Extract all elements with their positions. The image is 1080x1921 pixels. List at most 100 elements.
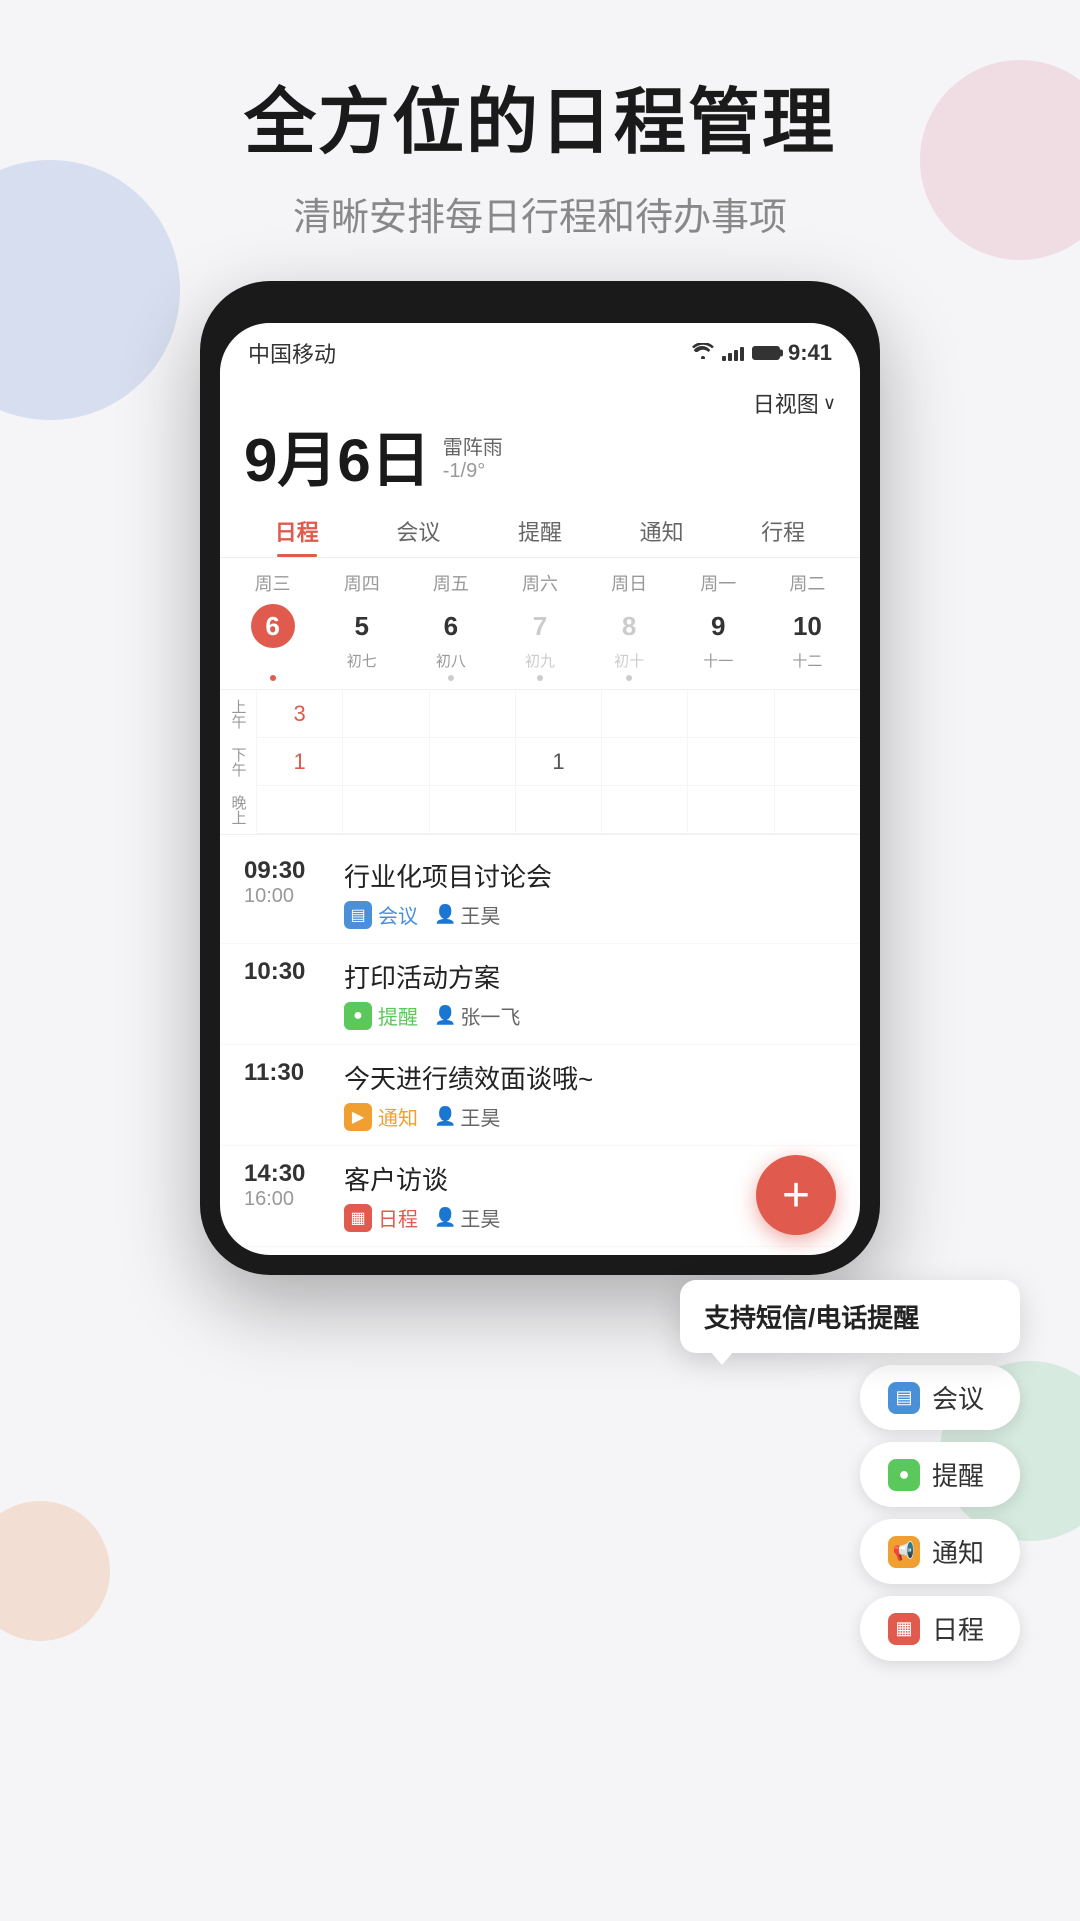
event-col-1 — [342, 690, 428, 834]
time-col-3: 14:3016:00 — [244, 1160, 324, 1211]
action-btn-schedule[interactable]: ▦ 日程 — [860, 1596, 1020, 1661]
event-type-badge-1: ●提醒 — [344, 1001, 418, 1030]
event-person-1: 👤张一飞 — [434, 1001, 520, 1030]
view-label: 日视图 — [753, 387, 819, 419]
event-cell-0-5 — [688, 690, 773, 738]
date-cell-3[interactable]: 7初九 — [495, 604, 584, 681]
tooltip-bubble: 支持短信/电话提醒 — [680, 1280, 1020, 1353]
type-label-3: 日程 — [378, 1203, 418, 1232]
action-btn-meeting[interactable]: ▤会议 — [860, 1365, 1020, 1430]
date-num-2: 6 — [429, 604, 473, 648]
type-label-1: 提醒 — [378, 1001, 418, 1030]
week-dates: 6初八5初七6初八7初九8初十9十一10十二 — [228, 604, 852, 681]
event-person-3: 👤王昊 — [434, 1203, 500, 1232]
phone-wrapper: 中国移动 9:41 日 — [0, 281, 1080, 1275]
tab-item-行程[interactable]: 行程 — [722, 503, 844, 557]
person-icon-1: 👤 — [434, 1005, 456, 1026]
event-cell-2-1 — [343, 786, 428, 834]
floating-panel: 支持短信/电话提醒 ▤会议 ●提醒 📢 通知 ▦ 日程 — [680, 1280, 1020, 1661]
event-col-6 — [774, 690, 860, 834]
lunar-day-3: 初九 — [525, 650, 555, 671]
schedule-item-1[interactable]: 10:30 打印活动方案 ●提醒 👤张一飞 — [220, 944, 860, 1045]
tooltip-text: 支持短信/电话提醒 — [704, 1303, 919, 1333]
date-cell-0[interactable]: 6初八 — [228, 604, 317, 681]
time-label-下午: 下午 — [220, 738, 256, 786]
tab-item-通知[interactable]: 通知 — [601, 503, 723, 557]
type-label-2: 通知 — [378, 1102, 418, 1131]
battery-icon — [752, 346, 780, 360]
date-cell-6[interactable]: 10十二 — [763, 604, 852, 681]
person-icon-3: 👤 — [434, 1207, 456, 1228]
event-cell-1-3: 1 — [516, 738, 601, 786]
event-cell-2-2 — [430, 786, 515, 834]
action-icon-notice: 📢 — [888, 1536, 920, 1568]
lunar-day-1: 初七 — [347, 650, 377, 671]
time-start-0: 09:30 — [244, 857, 324, 885]
date-cell-2[interactable]: 6初八 — [406, 604, 495, 681]
date-cell-1[interactable]: 5初七 — [317, 604, 406, 681]
tab-item-会议[interactable]: 会议 — [358, 503, 480, 557]
week-calendar: 周三周四周五周六周日周一周二 6初八5初七6初八7初九8初十9十一10十二 — [220, 558, 860, 681]
time-label-晚上: 晚上 — [220, 786, 256, 834]
event-cell-1-0: 1 — [257, 738, 342, 786]
day-name-周日: 周日 — [585, 570, 674, 596]
event-cell-0-4 — [602, 690, 687, 738]
action-btn-reminder[interactable]: ●提醒 — [860, 1442, 1020, 1507]
action-label-notice: 通知 — [932, 1533, 984, 1570]
time-col-0: 09:3010:00 — [244, 857, 324, 908]
time-start-1: 10:30 — [244, 958, 324, 986]
fab-button[interactable]: + — [756, 1155, 836, 1235]
person-name-0: 王昊 — [460, 900, 500, 929]
time-col-2: 11:30 — [244, 1059, 324, 1087]
event-meta-0: ▤会议 👤王昊 — [344, 900, 836, 929]
type-icon-schedule: ▦ — [344, 1204, 372, 1232]
person-name-2: 王昊 — [460, 1102, 500, 1131]
event-cell-2-3 — [516, 786, 601, 834]
lunar-day-0: 初八 — [254, 650, 292, 671]
view-selector-btn[interactable]: 日视图 ∨ — [753, 387, 836, 419]
schedule-item-0[interactable]: 09:3010:00行业化项目讨论会▤会议👤王昊 — [220, 843, 860, 944]
date-num-4: 8 — [607, 604, 651, 648]
event-details-1: 打印活动方案 ●提醒 👤张一飞 — [344, 958, 836, 1030]
tab-item-日程[interactable]: 日程 — [236, 503, 358, 557]
action-buttons: ▤会议 ●提醒 📢 通知 ▦ 日程 — [680, 1365, 1020, 1661]
event-cell-0-3 — [516, 690, 601, 738]
phone-outer: 中国移动 9:41 日 — [200, 281, 880, 1275]
event-person-0: 👤王昊 — [434, 900, 500, 929]
event-type-badge-0: ▤会议 — [344, 900, 418, 929]
day-name-周四: 周四 — [317, 570, 406, 596]
date-cell-5[interactable]: 9十一 — [674, 604, 763, 681]
event-title-1: 打印活动方案 — [344, 958, 836, 995]
date-dot-4 — [626, 675, 632, 681]
tab-item-提醒[interactable]: 提醒 — [479, 503, 601, 557]
person-name-1: 张一飞 — [460, 1001, 520, 1030]
event-cell-2-6 — [775, 786, 860, 834]
lunar-day-5: 十一 — [703, 650, 733, 671]
action-btn-notice[interactable]: 📢 通知 — [860, 1519, 1020, 1584]
schedule-item-2[interactable]: 11:30今天进行绩效面谈哦~▶通知👤王昊 — [220, 1045, 860, 1146]
event-cell-1-4 — [602, 738, 687, 786]
action-icon-schedule: ▦ — [888, 1613, 920, 1645]
event-col-2 — [429, 690, 515, 834]
time-end-0: 10:00 — [244, 885, 324, 908]
phone-notch — [460, 301, 620, 315]
date-header: 9月6日 雷阵雨 -1/9° — [220, 423, 860, 503]
event-cell-0-1 — [343, 690, 428, 738]
status-icons: 9:41 — [692, 340, 832, 366]
action-label-meeting: 会议 — [932, 1379, 984, 1416]
event-meta-1: ●提醒 👤张一飞 — [344, 1001, 836, 1030]
event-person-2: 👤王昊 — [434, 1102, 500, 1131]
view-selector[interactable]: 日视图 ∨ — [220, 379, 860, 423]
event-cell-0-6 — [775, 690, 860, 738]
weather-info: 雷阵雨 -1/9° — [443, 431, 503, 491]
phone-screen: 中国移动 9:41 日 — [220, 323, 860, 1255]
time-label-col: 上午下午晚上 — [220, 690, 256, 834]
bg-circle-peach — [0, 1501, 110, 1641]
action-label-schedule: 日程 — [932, 1610, 984, 1647]
current-date: 9月6日 — [244, 431, 431, 491]
date-cell-4[interactable]: 8初十 — [585, 604, 674, 681]
time-start-3: 14:30 — [244, 1160, 324, 1188]
day-name-周五: 周五 — [406, 570, 495, 596]
weather-type: 雷阵雨 — [443, 431, 503, 460]
header-section: 全方位的日程管理 清晰安排每日行程和待办事项 — [0, 0, 1080, 281]
